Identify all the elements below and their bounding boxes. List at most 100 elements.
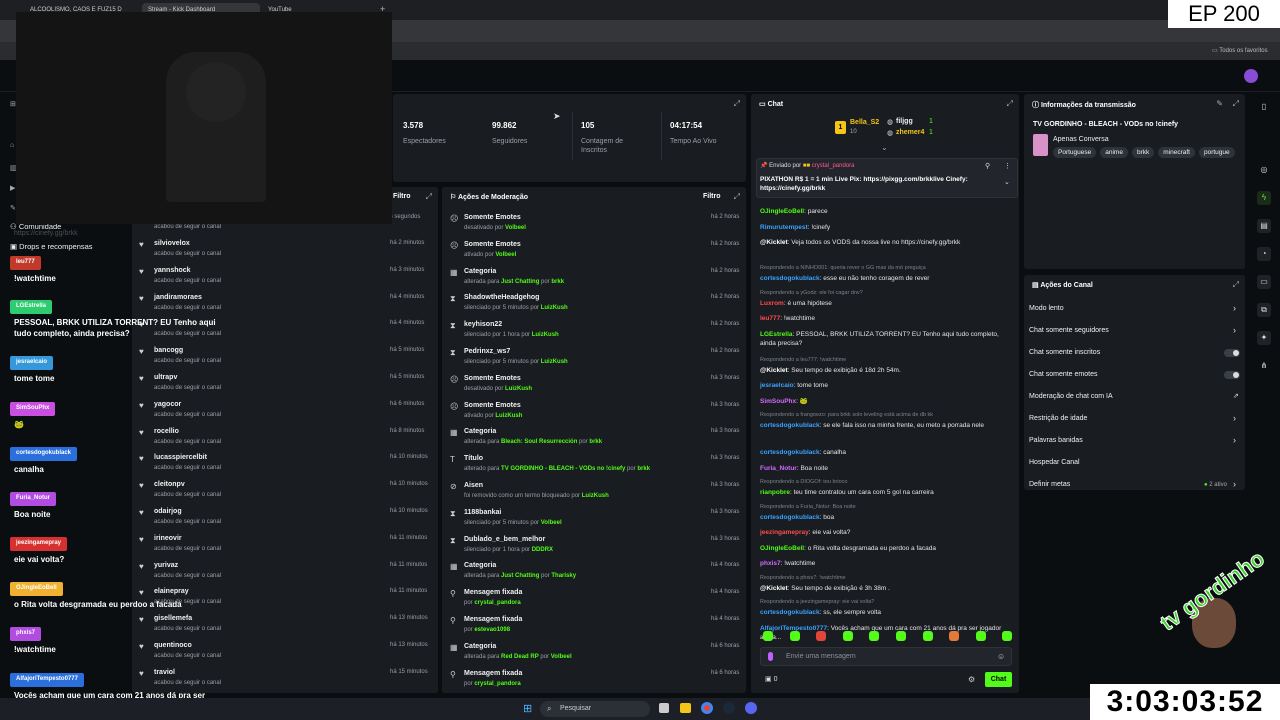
channel-action-5[interactable]: Restrição de idade xyxy=(1029,415,1087,422)
toggle-switch[interactable] xyxy=(1224,371,1240,379)
tools-icon[interactable]: ✎ xyxy=(10,204,16,212)
detail-actor[interactable]: Volbeel xyxy=(551,654,572,660)
expand-icon[interactable]: ⤢ xyxy=(734,192,740,202)
wrench-icon[interactable]: ✦ xyxy=(1257,331,1271,345)
gifter-name[interactable]: filjgg xyxy=(896,118,913,125)
gifter-name[interactable]: zhemer4 xyxy=(896,129,924,136)
tag[interactable]: brkk xyxy=(1131,147,1155,158)
gifter-name[interactable]: Bella_S2 xyxy=(850,119,879,126)
emote-icon[interactable] xyxy=(975,631,986,641)
detail-target[interactable]: LuizKush xyxy=(582,493,609,499)
chat-username[interactable]: cortesdogokublack xyxy=(760,422,820,429)
detail-target[interactable]: Just Chatting xyxy=(501,573,539,579)
detail-target[interactable]: LuizKush xyxy=(495,413,522,419)
filter-button[interactable]: Filtro xyxy=(393,193,411,200)
activity-user[interactable]: elainepray xyxy=(154,588,189,595)
chat-username[interactable]: rianpobre xyxy=(760,489,790,496)
detail-actor[interactable]: brkk xyxy=(589,439,602,445)
menu-icon[interactable]: ⊞ xyxy=(10,100,16,108)
chevron-right-icon[interactable]: › xyxy=(1233,413,1236,423)
tag[interactable]: Portuguese xyxy=(1053,147,1097,158)
activity-user[interactable]: yannshock xyxy=(154,267,191,274)
detail-target[interactable]: Volbeel xyxy=(505,225,526,231)
detail-target[interactable]: estevao1098 xyxy=(474,627,510,633)
activity-user[interactable]: gisellemefa xyxy=(154,615,192,622)
file-explorer-icon[interactable] xyxy=(680,703,691,713)
channel-action-2[interactable]: Chat somente inscritos xyxy=(1029,349,1100,356)
chat-username[interactable]: OJingleEoBell xyxy=(760,208,804,215)
tag[interactable]: anime xyxy=(1100,147,1128,158)
channel-action-0[interactable]: Modo lento xyxy=(1029,305,1064,312)
task-view-icon[interactable] xyxy=(659,703,669,713)
chat-username[interactable]: Furia_Notur xyxy=(760,465,797,472)
activity-user[interactable]: rocellio xyxy=(154,428,179,435)
chat-username[interactable]: @Kicklet xyxy=(760,367,788,374)
chat-username[interactable]: @Kicklet xyxy=(760,239,788,246)
chat-bubble-icon[interactable]: ◔ xyxy=(1257,247,1271,261)
expand-icon[interactable]: ⤢ xyxy=(1233,99,1239,109)
detail-target[interactable]: Just Chatting xyxy=(501,279,539,285)
emote-icon[interactable] xyxy=(896,631,906,641)
bookmarks-folder[interactable]: ▭ Todos os favoritos xyxy=(1212,47,1268,54)
gear-icon[interactable]: ⚙ xyxy=(968,675,975,684)
channel-action-4[interactable]: Moderação de chat com IA xyxy=(1029,393,1113,400)
copy-icon[interactable]: ⧉ xyxy=(1257,303,1271,317)
chat-username[interactable]: jeezingamepray xyxy=(760,529,809,536)
channel-action-3[interactable]: Chat somente emotes xyxy=(1029,371,1097,378)
activity-user[interactable]: traviol xyxy=(154,669,175,676)
emoji-icon[interactable]: ☺ xyxy=(997,652,1005,661)
discord-icon[interactable] xyxy=(745,702,757,714)
chevron-down-icon[interactable]: ⌄ xyxy=(1004,178,1010,186)
stats-icon[interactable]: ▥ xyxy=(10,164,17,172)
avatar[interactable] xyxy=(1244,69,1258,83)
chat-username[interactable]: cortesdogokublack xyxy=(760,275,820,282)
emote-icon[interactable] xyxy=(949,631,960,641)
channel-action-1[interactable]: Chat somente seguidores xyxy=(1029,327,1109,334)
home-icon[interactable]: ⌂ xyxy=(10,142,14,149)
emote-icon[interactable] xyxy=(763,631,773,641)
camera-icon[interactable]: ◎ xyxy=(1257,163,1271,177)
expand-icon[interactable]: ⤢ xyxy=(1233,280,1239,290)
emote-icon[interactable] xyxy=(869,631,880,641)
expand-icon[interactable]: ⤢ xyxy=(426,192,432,202)
channel-action-8[interactable]: Definir metas xyxy=(1029,481,1070,488)
dashboard-icon[interactable]: ▯ xyxy=(1257,100,1271,114)
channel-action-6[interactable]: Palavras banidas xyxy=(1029,437,1083,444)
detail-target[interactable]: Volbeel xyxy=(495,252,516,258)
collapse-icon[interactable]: ⌄ xyxy=(881,143,888,152)
pin-icon[interactable]: ⚲ xyxy=(985,162,990,170)
detail-target[interactable]: crystal_pandora xyxy=(474,600,520,606)
tag[interactable]: minecraft xyxy=(1158,147,1195,158)
chevron-right-icon[interactable]: › xyxy=(1233,479,1236,489)
chevron-right-icon[interactable]: › xyxy=(1233,435,1236,445)
detail-target[interactable]: Bleach: Soul Resurrección xyxy=(501,439,577,445)
detail-target[interactable]: LuizKush xyxy=(505,386,532,392)
activity-user[interactable]: bancogg xyxy=(154,347,183,354)
chat-username[interactable]: phxis7 xyxy=(760,560,781,567)
chevron-right-icon[interactable]: › xyxy=(1233,303,1236,313)
chat-username[interactable]: Luxrom xyxy=(760,300,784,307)
stream-category[interactable]: Apenas Conversa xyxy=(1053,136,1109,143)
activity-user[interactable]: yagocor xyxy=(154,401,181,408)
detail-target[interactable]: LuizKush xyxy=(541,359,568,365)
chevron-right-icon[interactable]: › xyxy=(1233,325,1236,335)
detail-actor[interactable]: Tharisky xyxy=(551,573,576,579)
detail-target[interactable]: TV GORDINHO - BLEACH - VODs no !cinefy xyxy=(501,466,625,472)
chat-username[interactable]: @Kicklet xyxy=(760,585,788,592)
tag[interactable]: portugue xyxy=(1198,147,1235,158)
expand-icon[interactable]: ⤢ xyxy=(734,99,740,109)
steam-icon[interactable] xyxy=(723,702,735,714)
activity-user[interactable]: yurivaz xyxy=(154,562,178,569)
activity-user[interactable]: odairjog xyxy=(154,508,182,515)
activity-user[interactable]: cleitonpv xyxy=(154,481,185,488)
send-chat-button[interactable]: Chat xyxy=(985,672,1012,687)
chat-username[interactable]: cortesdogokublack xyxy=(760,449,820,456)
detail-target[interactable]: LuizKush xyxy=(532,332,559,338)
emote-icon[interactable] xyxy=(816,631,827,641)
detail-actor[interactable]: brkk xyxy=(637,466,650,472)
activity-user[interactable]: quentinoco xyxy=(154,642,192,649)
chat-username[interactable]: leu777 xyxy=(760,315,780,322)
activity-user[interactable]: jandiramoraes xyxy=(154,294,202,301)
chat-input[interactable]: Envie uma mensagem ☺ xyxy=(760,647,1012,666)
chat-username[interactable]: Rimurutempest xyxy=(760,224,808,231)
